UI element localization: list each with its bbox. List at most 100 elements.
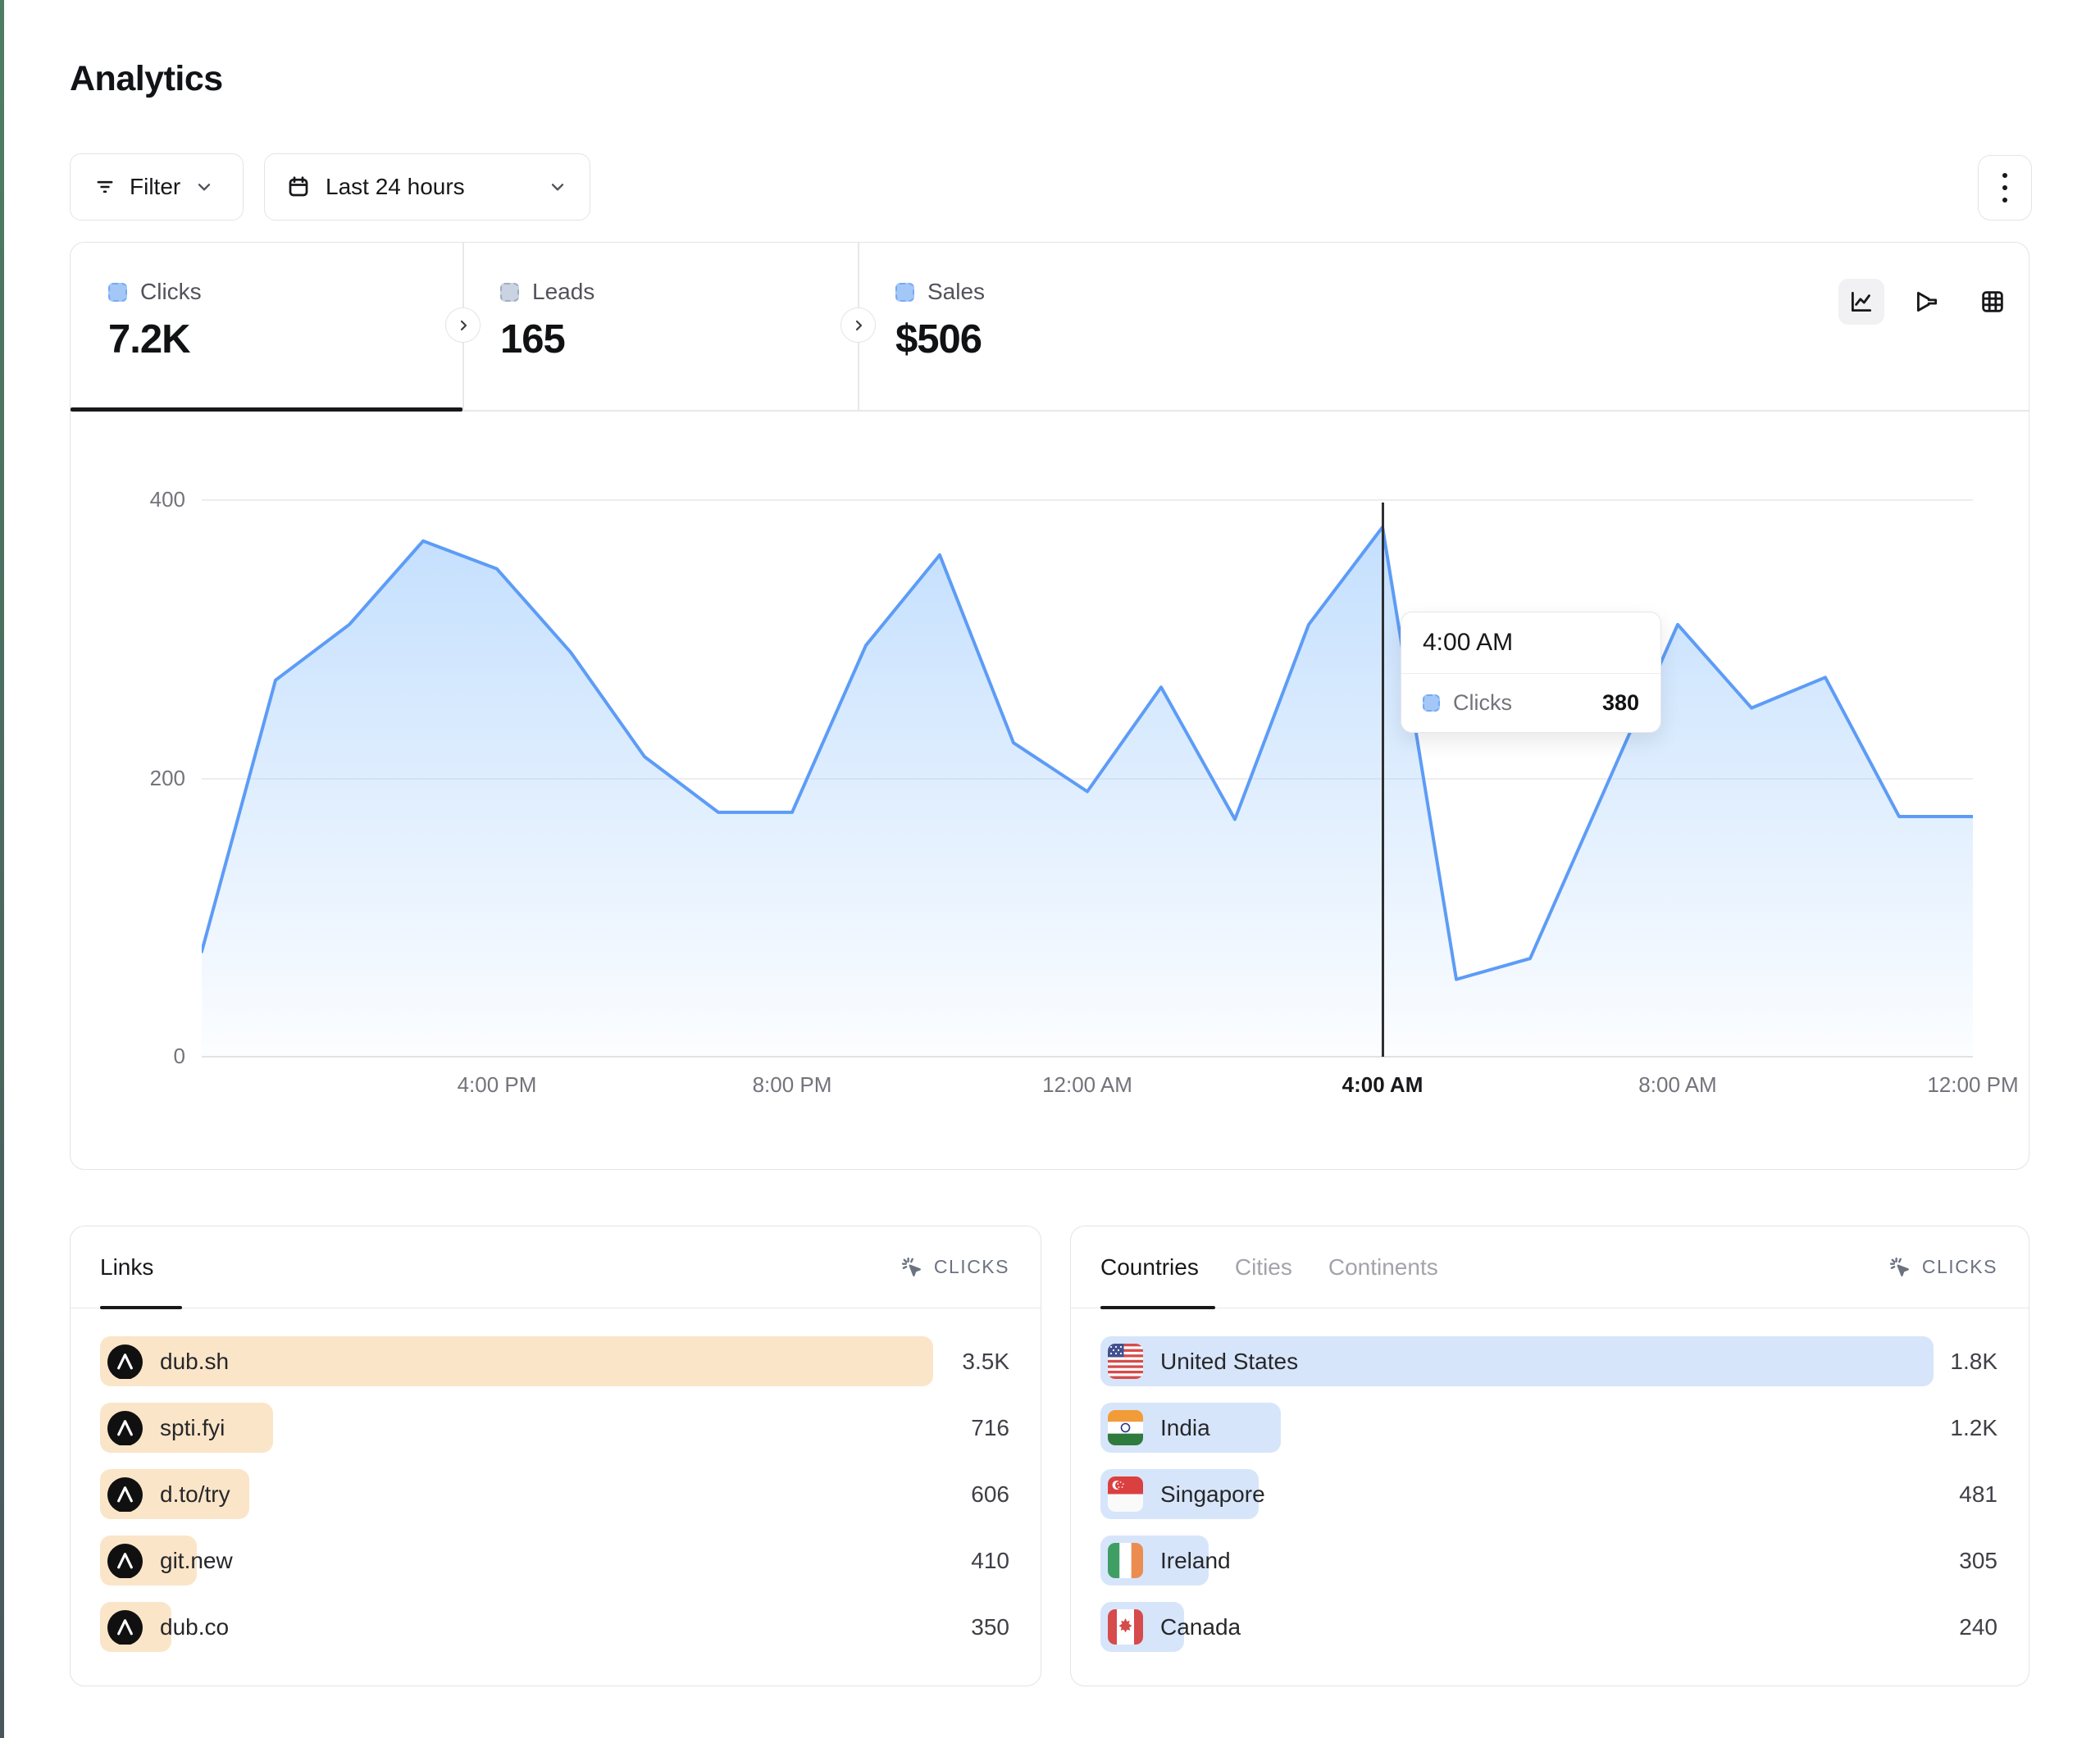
country-clicks-value: 305: [1959, 1548, 1998, 1574]
flag-canada-icon: [1108, 1609, 1143, 1645]
link-row[interactable]: git.new 410: [100, 1536, 1009, 1586]
link-clicks-value: 410: [971, 1548, 1009, 1574]
tab-cities[interactable]: Cities: [1235, 1254, 1292, 1281]
flag-ireland-icon: [1108, 1543, 1143, 1578]
filter-button-label: Filter: [130, 174, 180, 200]
country-clicks-value: 481: [1959, 1481, 1998, 1508]
countries-metric-label: CLICKS: [1922, 1256, 1998, 1278]
dub-logo-icon: [107, 1543, 143, 1578]
clicks-tab-value: 7.2K: [108, 316, 462, 362]
country-row[interactable]: Canada 240: [1100, 1602, 1998, 1652]
x-axis-tick: 4:00 PM: [431, 1072, 563, 1098]
filter-button[interactable]: Filter: [70, 153, 244, 221]
link-row[interactable]: d.to/try 606: [100, 1469, 1009, 1519]
country-row[interactable]: Singapore 481: [1100, 1469, 1998, 1519]
dub-logo-icon: [107, 1344, 143, 1379]
country-label: United States: [1160, 1349, 1298, 1375]
countries-metric-toggle[interactable]: CLICKS: [1888, 1255, 1998, 1280]
tab-continents[interactable]: Continents: [1328, 1254, 1438, 1281]
clicks-legend-square: [108, 283, 127, 302]
links-tab-underline: [100, 1306, 182, 1310]
countries-tab-underline: [1100, 1306, 1215, 1310]
country-row[interactable]: Ireland 305: [1100, 1536, 1998, 1586]
link-label: git.new: [160, 1548, 233, 1574]
cursor-click-icon: [1888, 1255, 1912, 1280]
link-label: dub.co: [160, 1614, 229, 1640]
funnel-icon: [1913, 288, 1941, 316]
expand-clicks-leads-button[interactable]: [445, 307, 481, 343]
country-clicks-value: 240: [1959, 1614, 1998, 1640]
more-options-button[interactable]: [1978, 155, 2032, 221]
link-clicks-value: 606: [971, 1481, 1009, 1508]
country-label: Singapore: [1160, 1481, 1265, 1508]
chevron-down-icon: [194, 176, 215, 198]
links-metric-label: CLICKS: [934, 1256, 1009, 1278]
sales-tab-label: Sales: [927, 279, 985, 305]
countries-panel: Countries Cities Continents CLICKS Unite…: [1070, 1226, 2029, 1686]
link-clicks-value: 3.5K: [962, 1349, 1009, 1375]
chevron-right-icon: [849, 316, 868, 335]
tab-countries[interactable]: Countries: [1100, 1254, 1199, 1281]
tooltip-series-label: Clicks: [1453, 690, 1512, 716]
x-axis-tick: 8:00 PM: [727, 1072, 858, 1098]
flag-singapore-icon: [1108, 1476, 1143, 1512]
country-label: India: [1160, 1415, 1210, 1441]
country-clicks-value: 1.2K: [1950, 1415, 1998, 1441]
country-clicks-value: 1.8K: [1950, 1349, 1998, 1375]
clicks-area-chart[interactable]: [202, 456, 1973, 1056]
expand-leads-sales-button[interactable]: [840, 307, 876, 343]
country-row[interactable]: India 1.2K: [1100, 1403, 1998, 1453]
link-row[interactable]: dub.co 350: [100, 1602, 1009, 1652]
sales-tab-value: $506: [895, 316, 1251, 362]
dub-logo-icon: [107, 1410, 143, 1445]
tab-clicks[interactable]: Clicks 7.2K: [71, 243, 462, 411]
country-label: Canada: [1160, 1614, 1241, 1640]
link-row[interactable]: dub.sh 3.5K: [100, 1336, 1009, 1386]
x-axis-tick: 12:00 AM: [1022, 1072, 1153, 1098]
table-view-button[interactable]: [1970, 279, 2016, 325]
x-axis-baseline: [202, 1056, 1973, 1058]
window-edge: [0, 0, 4, 1738]
sales-legend-square: [895, 283, 914, 302]
funnel-view-button[interactable]: [1904, 279, 1950, 325]
filter-icon: [93, 175, 116, 198]
y-axis-tick: 200: [95, 766, 185, 791]
tooltip-time: 4:00 AM: [1401, 612, 1660, 674]
dub-logo-icon: [107, 1476, 143, 1512]
link-label: dub.sh: [160, 1349, 229, 1375]
tooltip-value: 380: [1602, 690, 1639, 716]
tooltip-legend-square: [1423, 694, 1440, 712]
tab-sales[interactable]: Sales $506: [858, 243, 1251, 411]
country-label: Ireland: [1160, 1548, 1231, 1574]
date-range-button[interactable]: Last 24 hours: [264, 153, 590, 221]
x-axis-tick-highlighted: 4:00 AM: [1317, 1072, 1448, 1098]
country-row[interactable]: United States 1.8K: [1100, 1336, 1998, 1386]
link-clicks-value: 716: [971, 1415, 1009, 1441]
line-chart-view-button[interactable]: [1838, 279, 1884, 325]
x-axis-tick: 8:00 AM: [1612, 1072, 1743, 1098]
leads-legend-square: [500, 283, 519, 302]
hover-crosshair: [1382, 503, 1384, 1057]
table-grid-icon: [1979, 288, 2007, 316]
links-panel: Links CLICKS dub.sh 3.5K spti.fyi 716: [70, 1226, 1041, 1686]
link-label: spti.fyi: [160, 1415, 225, 1441]
dub-logo-icon: [107, 1609, 143, 1645]
active-tab-underline: [71, 407, 462, 412]
link-label: d.to/try: [160, 1481, 230, 1508]
leads-tab-label: Leads: [532, 279, 594, 305]
cursor-click-icon: [900, 1255, 924, 1280]
calendar-icon: [286, 175, 311, 199]
flag-us-icon: [1108, 1344, 1143, 1379]
tab-leads[interactable]: Leads 165: [462, 243, 858, 411]
analytics-card: Clicks 7.2K Leads 165 Sales $506 400 200…: [70, 242, 2029, 1170]
date-range-label: Last 24 hours: [326, 174, 465, 200]
chart-tooltip: 4:00 AM Clicks 380: [1401, 612, 1661, 733]
flag-india-icon: [1108, 1410, 1143, 1445]
leads-tab-value: 165: [500, 316, 858, 362]
chevron-down-icon: [547, 176, 568, 198]
tab-links[interactable]: Links: [100, 1254, 153, 1281]
clicks-tab-label: Clicks: [140, 279, 202, 305]
line-chart-icon: [1847, 288, 1875, 316]
links-metric-toggle[interactable]: CLICKS: [900, 1255, 1009, 1280]
link-row[interactable]: spti.fyi 716: [100, 1403, 1009, 1453]
